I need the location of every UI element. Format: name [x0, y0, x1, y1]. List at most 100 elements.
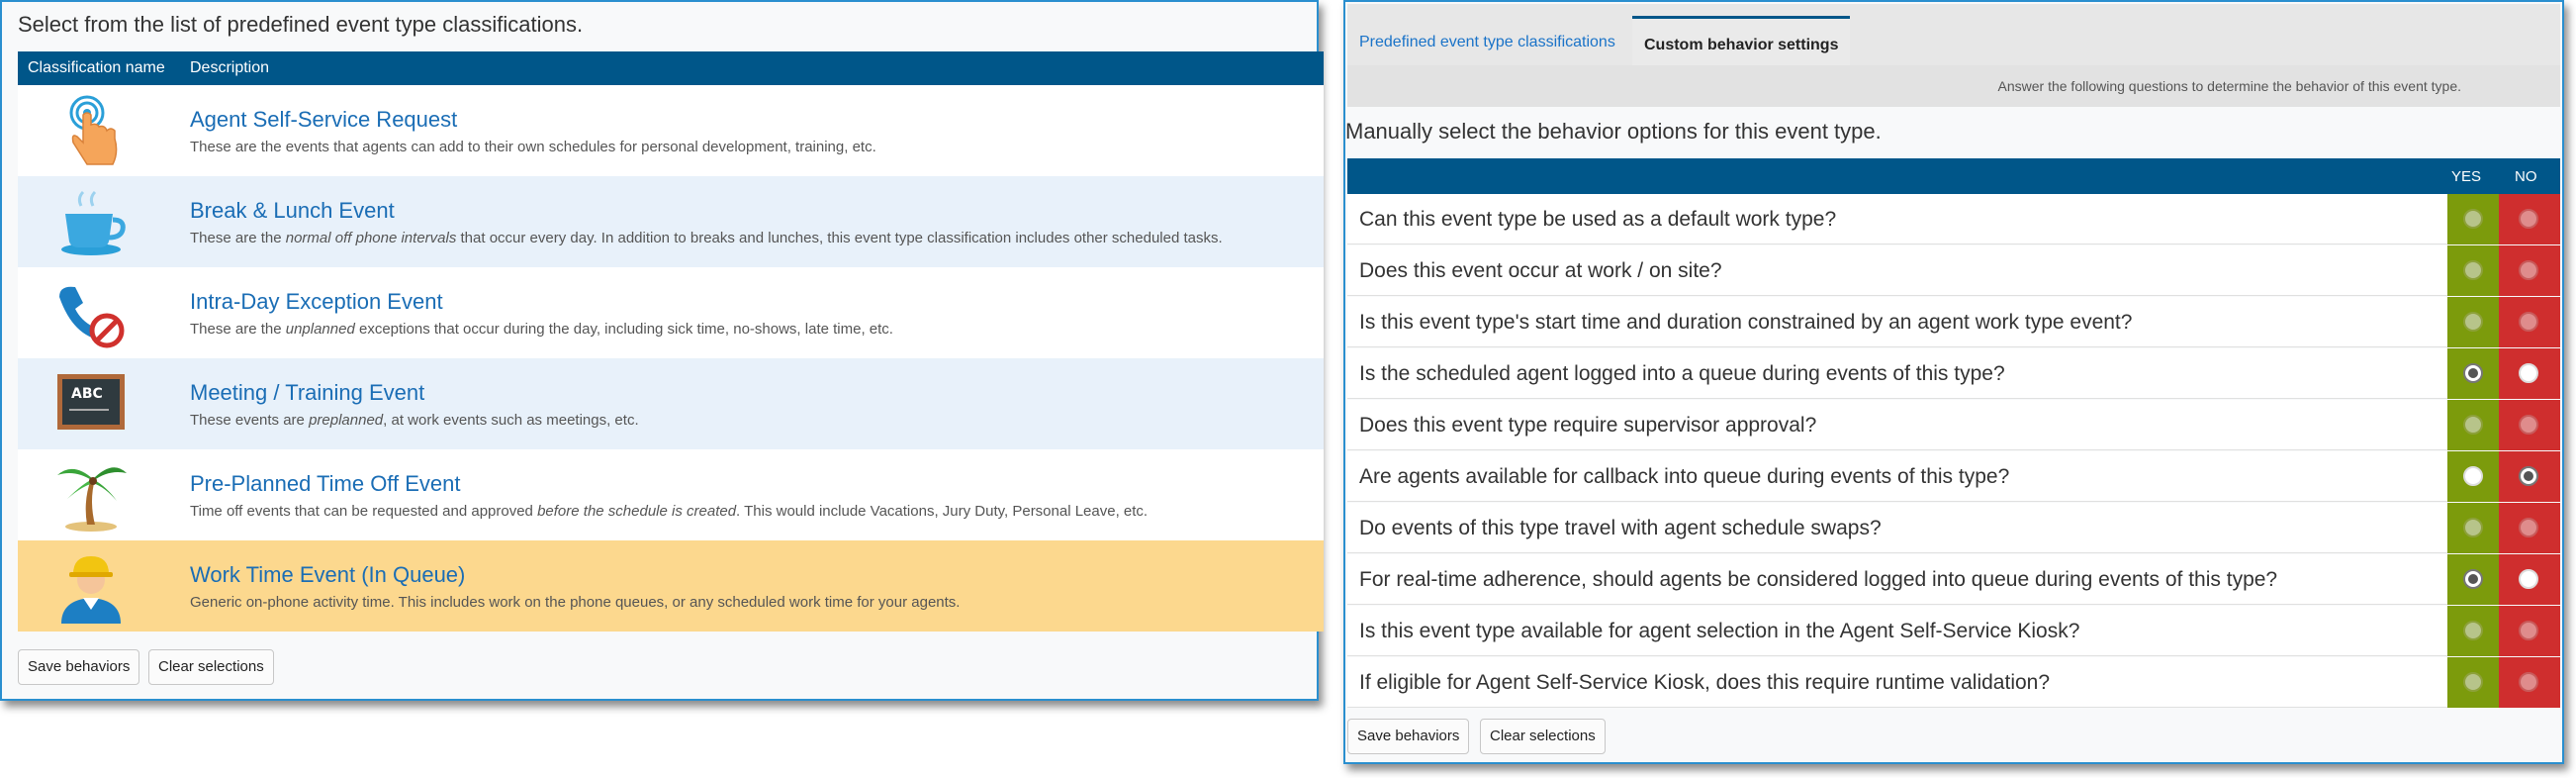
question-row: For real-time adherence, should agents b…: [1347, 554, 2560, 605]
yes-cell: [2447, 606, 2499, 656]
question-row: Is this event type available for agent s…: [1347, 606, 2560, 656]
no-radio: [2519, 209, 2538, 229]
question-text: Is this event type's start time and dura…: [1359, 311, 2133, 334]
classification-row[interactable]: Agent Self-Service Request These are the …: [18, 85, 1324, 176]
tab-predefined[interactable]: Predefined event type classifications: [1347, 16, 1627, 67]
yes-radio[interactable]: [2463, 363, 2483, 383]
yes-cell: [2447, 657, 2499, 708]
description-text: These are the events that agents can add…: [190, 139, 876, 155]
no-cell: [2499, 297, 2560, 347]
classification-name[interactable]: Break & Lunch Event: [190, 198, 395, 224]
question-text: Is this event type available for agent s…: [1359, 620, 2080, 642]
yes-radio[interactable]: [2463, 466, 2483, 486]
question-row: Is the scheduled agent logged into a que…: [1347, 348, 2560, 399]
no-column-header: NO: [2515, 168, 2537, 185]
no-radio[interactable]: [2519, 363, 2538, 383]
yes-column-header: YES: [2451, 168, 2482, 185]
no-radio: [2519, 312, 2538, 332]
description-text: exceptions that occur during the day, in…: [354, 321, 893, 338]
classification-description: These are the unplanned exceptions that …: [190, 321, 1324, 338]
tab-bar: Predefined event type classifications Cu…: [1347, 4, 2560, 67]
classification-description: These are the events that agents can add…: [190, 139, 1324, 155]
classification-name[interactable]: Agent Self-Service Request: [190, 107, 457, 133]
classification-name[interactable]: Pre-Planned Time Off Event: [190, 471, 461, 497]
question-row: Do events of this type travel with agent…: [1347, 503, 2560, 553]
yes-cell: [2447, 554, 2499, 605]
description-emphasis: before the schedule is created: [537, 503, 737, 520]
classification-description: Generic on-phone activity time. This inc…: [190, 594, 1324, 611]
no-radio: [2519, 260, 2538, 280]
coffee-cup-icon: [53, 184, 129, 259]
classification-row[interactable]: Work Time Event (In Queue) Generic on-pho…: [18, 540, 1324, 632]
no-cell: [2499, 657, 2560, 708]
no-cell: [2499, 554, 2560, 605]
no-cell: [2499, 194, 2560, 244]
description-text: These are the: [190, 321, 286, 338]
no-radio[interactable]: [2519, 466, 2538, 486]
yes-radio[interactable]: [2463, 569, 2483, 589]
phone-cancel-icon: [53, 275, 129, 350]
classification-name[interactable]: Meeting / Training Event: [190, 380, 424, 406]
question-row: Can this event type be used as a default…: [1347, 194, 2560, 244]
question-header: YES NO: [1347, 158, 2560, 194]
question-text: Does this event occur at work / on site?: [1359, 259, 1722, 282]
yes-radio: [2463, 672, 2483, 692]
worker-hardhat-icon: [53, 548, 129, 624]
tab-custom-behavior[interactable]: Custom behavior settings: [1632, 16, 1851, 67]
classification-panel: Select from the list of predefined event…: [0, 0, 1324, 701]
description-emphasis: unplanned: [285, 321, 355, 338]
classification-name[interactable]: Intra-Day Exception Event: [190, 289, 443, 315]
svg-text:ABC: ABC: [71, 386, 103, 402]
question-row: Does this event occur at work / on site?: [1347, 245, 2560, 296]
yes-cell: [2447, 194, 2499, 244]
question-text: For real-time adherence, should agents b…: [1359, 568, 2278, 591]
no-cell: [2499, 451, 2560, 502]
classification-description: These are the normal off phone intervals…: [190, 230, 1324, 246]
chalkboard-icon: ABC: [53, 366, 129, 441]
no-cell: [2499, 606, 2560, 656]
column-header-description: Description: [190, 59, 270, 76]
description-text: that occur every day. In addition to bre…: [456, 230, 1223, 246]
no-radio: [2519, 518, 2538, 537]
save-behaviors-button[interactable]: Save behaviors: [18, 649, 140, 685]
clear-selections-button[interactable]: Clear selections: [1480, 719, 1606, 754]
question-row: If eligible for Agent Self-Service Kiosk…: [1347, 657, 2560, 708]
classification-row[interactable]: Break & Lunch Event These are the normal …: [18, 176, 1324, 267]
question-row: Are agents available for callback into q…: [1347, 451, 2560, 502]
no-radio[interactable]: [2519, 569, 2538, 589]
table-header: Classification name Description: [18, 51, 1324, 85]
description-text: These are the: [190, 230, 286, 246]
description-text: These events are: [190, 412, 310, 429]
classification-row[interactable]: ABC Meeting / Training Event These events …: [18, 358, 1324, 449]
info-bar: Answer the following questions to determ…: [1347, 65, 2560, 107]
palm-tree-icon: [53, 457, 129, 533]
panel-title: Manually select the behavior options for…: [1345, 119, 1882, 144]
no-radio: [2519, 672, 2538, 692]
question-text: If eligible for Agent Self-Service Kiosk…: [1359, 671, 2051, 694]
yes-cell: [2447, 451, 2499, 502]
yes-cell: [2447, 245, 2499, 296]
classification-description: Time off events that can be requested an…: [190, 503, 1324, 520]
description-emphasis: normal off phone intervals: [285, 230, 457, 246]
yes-cell: [2447, 400, 2499, 450]
panel-title: Select from the list of predefined event…: [18, 12, 584, 37]
no-cell: [2499, 503, 2560, 553]
no-cell: [2499, 348, 2560, 399]
no-cell: [2499, 245, 2560, 296]
save-behaviors-button[interactable]: Save behaviors: [1347, 719, 1470, 754]
question-row: Does this event type require supervisor …: [1347, 400, 2560, 450]
touch-hand-icon: [53, 93, 129, 168]
clear-selections-button[interactable]: Clear selections: [148, 649, 274, 685]
classification-row[interactable]: Pre-Planned Time Off Event Time off event…: [18, 449, 1324, 540]
question-text: Do events of this type travel with agent…: [1359, 517, 1882, 539]
question-text: Can this event type be used as a default…: [1359, 208, 1837, 231]
yes-cell: [2447, 503, 2499, 553]
yes-cell: [2447, 297, 2499, 347]
question-text: Does this event type require supervisor …: [1359, 414, 1817, 437]
question-text: Is the scheduled agent logged into a que…: [1359, 362, 2005, 385]
no-radio: [2519, 415, 2538, 435]
description-emphasis: preplanned: [309, 412, 384, 429]
classification-row[interactable]: Intra-Day Exception Event These are the u…: [18, 267, 1324, 358]
yes-radio: [2463, 415, 2483, 435]
classification-name[interactable]: Work Time Event (In Queue): [190, 562, 465, 588]
